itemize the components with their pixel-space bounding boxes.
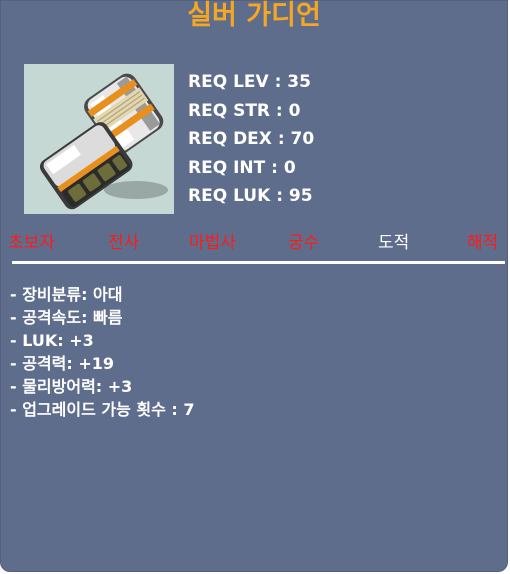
item-tooltip: 실버 가디언 REQ LEV : 35 REQ STR: 0 REQ DEX … (0, 0, 508, 572)
stat-equip-type: - 장비분류: 아대 (10, 285, 123, 304)
item-name: 실버 가디언 (187, 0, 321, 31)
job-magician: 마법사 (189, 233, 236, 253)
stat-upgrade-slots: - 업그레이드 가능 횟수 : 7 (10, 400, 195, 419)
req-luk: REQ LUK : 95 (188, 186, 313, 206)
job-bowman: 궁수 (288, 233, 320, 253)
stat-attack-speed: - 공격속도: 빠름 (10, 308, 123, 327)
job-list: 초보자 전사 마법사 궁수 도적 해적 (1, 232, 510, 254)
stat-attack: - 공격력: +19 (10, 354, 115, 373)
job-thief: 도적 (378, 233, 410, 253)
req-str: REQ STR : 0 (188, 100, 301, 121)
item-description: - 장비분류: 아대 - 공격속도: 빠름 - LUK: +3 - 공격력: +… (10, 284, 195, 422)
requirements-list: REQ LEV : 35 REQ STR : 0 REQ DEX : 70 RE… (188, 69, 314, 212)
divider (12, 261, 505, 264)
job-warrior: 전사 (108, 233, 140, 253)
job-beginner: 초보자 (8, 233, 55, 253)
job-pirate: 해적 (467, 233, 499, 253)
stat-luk: - LUK: +3 (10, 331, 94, 350)
stat-defense: - 물리방어력: +3 (10, 377, 133, 396)
req-int: REQ INT : 0 (188, 157, 296, 178)
req-dex: REQ DEX : 70 (188, 129, 315, 149)
req-level: REQ LEV : 35 (188, 72, 311, 92)
silver-guardian-glove-icon (24, 64, 174, 214)
